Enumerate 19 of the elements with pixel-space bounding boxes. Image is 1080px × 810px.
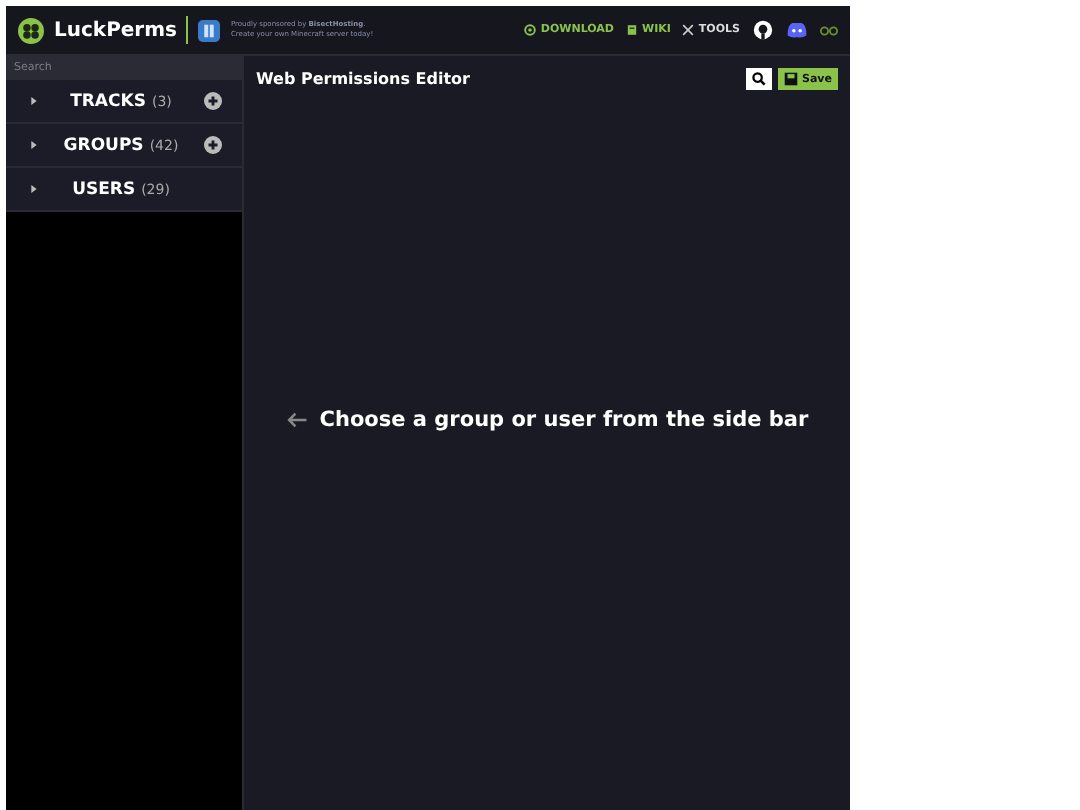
clover-logo-icon bbox=[18, 17, 44, 43]
sponsor-logo-icon[interactable] bbox=[198, 19, 221, 41]
search-button[interactable] bbox=[746, 68, 772, 90]
download-icon bbox=[524, 24, 537, 36]
section-label: GROUPS bbox=[63, 135, 144, 155]
theme-toggle-icon[interactable] bbox=[820, 25, 838, 35]
github-icon[interactable] bbox=[752, 20, 774, 40]
search-icon bbox=[752, 72, 766, 86]
empty-state-message: Choose a group or user from the side bar bbox=[319, 408, 809, 432]
section-label: TRACKS bbox=[70, 91, 146, 111]
discord-icon[interactable] bbox=[786, 20, 808, 40]
add-icon[interactable] bbox=[203, 92, 222, 110]
crossed-tools-icon bbox=[682, 24, 695, 36]
add-icon[interactable] bbox=[203, 136, 222, 154]
book-icon bbox=[626, 24, 638, 36]
left-arrow-icon bbox=[285, 412, 308, 428]
brand-name[interactable]: LuckPerms bbox=[54, 19, 177, 41]
section-label: USERS bbox=[72, 179, 136, 199]
editor-title: Web Permissions Editor bbox=[256, 70, 470, 88]
